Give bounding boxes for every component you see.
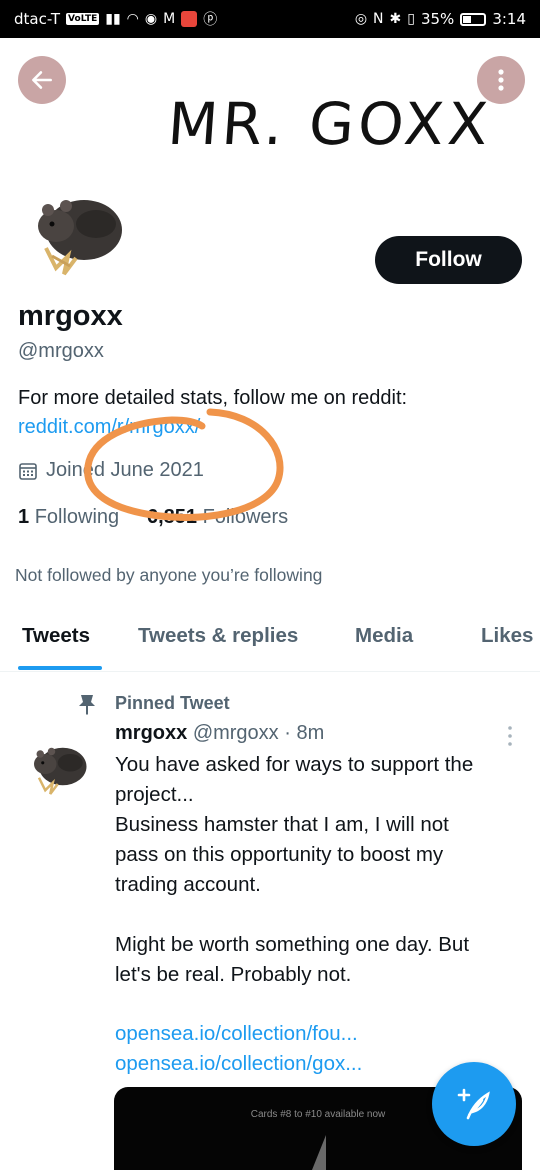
volte-badge: VoLTE [66,13,100,25]
banner-handwritten-text: MR. GOXX [165,90,494,158]
following-label: Following [34,506,120,528]
clock: 3:14 [492,10,526,28]
more-vertical-icon [498,69,504,91]
tweet-line: trading account. [115,873,261,896]
hamster-avatar-image [34,747,87,795]
profile-bio: For more detailed stats, follow me on re… [18,384,528,442]
profile-banner: MR. GOXX [0,38,540,200]
tweet-text: You have asked for ways to support the p… [115,750,520,990]
tab-tweets-and-replies[interactable]: Tweets & replies [138,624,298,648]
pin-icon [79,695,95,715]
follow-stats: 1 Following 6,851 Followers [18,506,288,529]
signal-icon: ▮▮ [105,11,121,27]
tab-likes[interactable]: Likes [481,624,533,648]
hamster-avatar-image [38,200,122,276]
tweet-line: Business hamster that I am, I will not [115,813,449,836]
tweet-author-avatar[interactable] [26,739,92,799]
tab-media[interactable]: Media [355,624,413,648]
follow-button[interactable]: Follow [375,236,522,284]
media-card-graphic [310,1135,326,1170]
tweet-time: 8m [296,722,325,744]
following-link[interactable]: 1 Following [18,506,119,528]
profile-handle: @mrgoxx [18,340,104,362]
notification-icon: ◉ [144,11,158,27]
battery-percent: 35% [420,10,455,28]
joined-text: Joined June 2021 [46,459,204,481]
followers-link[interactable]: 6,851 Followers [147,506,288,528]
tweet-separator: · [284,722,291,744]
app-notification-icon [181,11,198,27]
pinned-tweet-label: Pinned Tweet [115,693,230,713]
bluetooth-icon: ✱ [389,11,402,27]
profile-avatar[interactable] [26,186,130,282]
tweet-link[interactable]: opensea.io/collection/fou... [115,1019,362,1049]
bio-link[interactable]: reddit.com/r/mrgoxx/ [18,413,528,442]
status-bar: dtac-T VoLTE ▮▮ ◠ ◉ M ⓟ ◎ N ✱ ▯ 35% 3:14 [0,0,540,38]
vibrate-icon: ▯ [407,11,415,27]
followers-count: 6,851 [146,506,198,528]
joined-date: Joined June 2021 [18,459,204,482]
not-followed-notice: Not followed by anyone you’re following [15,565,323,585]
bio-text: For more detailed stats, follow me on re… [18,387,408,409]
profile-display-name: mrgoxx [18,300,123,332]
mail-icon: M [163,11,176,27]
compose-feather-icon [457,1088,490,1120]
tweet-more-icon[interactable] [505,725,515,747]
tweet-header: mrgoxx @mrgoxx · 8m [115,722,324,745]
followers-label: Followers [202,506,289,528]
tweet-author-name[interactable]: mrgoxx [115,722,187,744]
profile-tabs: Tweets Tweets & replies Media Likes [0,608,540,672]
nfc-icon: N [373,11,384,27]
tweet-line: pass on this opportunity to boost my [115,843,444,866]
tweet-line [115,900,520,930]
arrow-left-icon [32,71,52,89]
tweet-links: opensea.io/collection/fou... opensea.io/… [115,1019,362,1079]
tweet-link[interactable]: opensea.io/collection/gox... [115,1049,362,1079]
active-tab-indicator [18,666,102,670]
tweet-line: project... [115,783,194,806]
battery-icon [460,12,487,26]
more-options-button[interactable] [477,56,525,104]
back-button[interactable] [18,56,66,104]
following-count: 1 [18,506,30,528]
wifi-icon: ◠ [126,11,139,27]
pinterest-icon: ⓟ [203,12,218,28]
calendar-icon [19,462,37,480]
eye-icon: ◎ [354,11,368,27]
carrier-name: dtac-T [14,10,61,28]
tweet-line: Might be worth something one day. But [115,933,470,956]
tweet-author-handle[interactable]: @mrgoxx [193,722,279,744]
tweet-line: You have asked for ways to support the [115,753,474,776]
tab-tweets[interactable]: Tweets [22,624,90,648]
compose-tweet-button[interactable] [432,1062,516,1146]
tweet-line: let's be real. Probably not. [115,963,352,986]
